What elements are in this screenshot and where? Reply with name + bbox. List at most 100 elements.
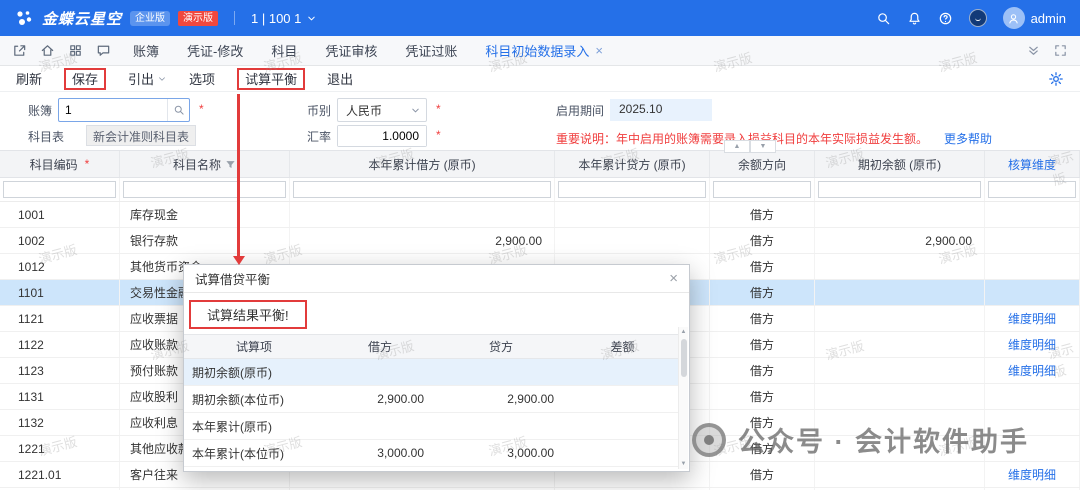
account-switcher[interactable]: 1 | 100 1 xyxy=(251,11,317,26)
collapse-up-icon[interactable]: ▲ xyxy=(724,140,750,153)
dimension-detail-link[interactable]: 维度明细 xyxy=(1008,466,1056,483)
cell-direction[interactable]: 借方 xyxy=(710,228,815,253)
filter-input[interactable] xyxy=(123,181,286,198)
col-header-direction[interactable]: 余额方向 xyxy=(710,151,815,177)
col-header-code[interactable]: 科目编码* xyxy=(0,151,120,177)
rate-input[interactable] xyxy=(338,126,426,146)
cell-opening[interactable] xyxy=(815,306,985,331)
tab-subjects[interactable]: 科目 xyxy=(271,41,297,60)
dimension-detail-link[interactable]: 维度明细 xyxy=(1008,362,1056,379)
cell-ytd-debit[interactable] xyxy=(290,202,555,227)
filter-input[interactable] xyxy=(818,181,981,198)
dimension-detail-link[interactable]: 维度明细 xyxy=(1008,310,1056,327)
cell-code[interactable]: 1131 xyxy=(0,384,120,409)
more-help-link[interactable]: 更多帮助 xyxy=(944,130,992,147)
col-header-ytd-credit[interactable]: 本年累计贷方 (原币) xyxy=(555,151,710,177)
message-icon[interactable] xyxy=(96,43,111,58)
chevrons-collapse-icon[interactable] xyxy=(1026,43,1041,58)
cell-opening[interactable] xyxy=(815,358,985,383)
close-icon[interactable]: × xyxy=(669,271,678,286)
tab-voucher-posting[interactable]: 凭证过账 xyxy=(405,41,457,60)
help-icon[interactable] xyxy=(938,11,953,26)
tab-voucher-review[interactable]: 凭证审核 xyxy=(325,41,377,60)
cell-ytd-credit[interactable] xyxy=(555,202,710,227)
apps-grid-icon[interactable] xyxy=(68,43,83,58)
cell-direction[interactable]: 借方 xyxy=(710,384,815,409)
bell-icon[interactable] xyxy=(907,11,922,26)
exchange-rate-field[interactable] xyxy=(337,125,427,147)
refresh-button[interactable]: 刷新 xyxy=(16,69,42,88)
cell-code[interactable]: 1121 xyxy=(0,306,120,331)
scroll-up-icon[interactable]: ▲ xyxy=(681,327,687,337)
col-header-name[interactable]: 科目名称 xyxy=(120,151,290,177)
cell-opening[interactable] xyxy=(815,254,985,279)
dialog-row[interactable]: 期初余额(原币) xyxy=(184,359,679,386)
assistant-icon[interactable] xyxy=(969,9,987,27)
search-icon[interactable] xyxy=(876,11,891,26)
cell-direction[interactable]: 借方 xyxy=(710,332,815,357)
dialog-row[interactable]: 本年累计(原币) xyxy=(184,413,679,440)
book-input[interactable] xyxy=(59,103,167,117)
cell-code[interactable]: 1221.01 xyxy=(0,462,120,487)
scrollbar-thumb[interactable] xyxy=(681,339,687,377)
lookup-icon[interactable] xyxy=(167,99,189,121)
dialog-titlebar[interactable]: 试算借贷平衡 × xyxy=(184,265,689,293)
cell-code[interactable]: 1132 xyxy=(0,410,120,435)
table-row[interactable]: 1002 银行存款 2,900.00 借方 2,900.00 xyxy=(0,228,1080,254)
cell-opening[interactable] xyxy=(815,436,985,461)
collapse-down-icon[interactable]: ▼ xyxy=(750,140,776,153)
filter-input[interactable] xyxy=(988,181,1076,198)
cell-name[interactable]: 银行存款 xyxy=(120,228,290,253)
col-header-dimension[interactable]: 核算维度 xyxy=(985,151,1080,177)
cell-code[interactable]: 1012 xyxy=(0,254,120,279)
filter-input[interactable] xyxy=(3,181,116,198)
cell-direction[interactable]: 借方 xyxy=(710,202,815,227)
cell-direction[interactable]: 借方 xyxy=(710,410,815,435)
dialog-row[interactable]: 本年累计(本位币) 3,000.00 3,000.00 xyxy=(184,440,679,467)
filter-input[interactable] xyxy=(713,181,811,198)
cell-code[interactable]: 1123 xyxy=(0,358,120,383)
currency-select[interactable]: 人民币 xyxy=(337,98,427,122)
cell-code[interactable]: 1122 xyxy=(0,332,120,357)
cell-opening[interactable] xyxy=(815,462,985,487)
cell-opening[interactable]: 2,900.00 xyxy=(815,228,985,253)
fullscreen-icon[interactable] xyxy=(1053,43,1068,58)
home-icon[interactable] xyxy=(40,43,55,58)
user-menu[interactable]: admin xyxy=(1003,7,1066,29)
cell-direction[interactable]: 借方 xyxy=(710,306,815,331)
cell-direction[interactable]: 借方 xyxy=(710,436,815,461)
cell-code[interactable]: 1001 xyxy=(0,202,120,227)
book-lookup-field[interactable] xyxy=(58,98,190,122)
cell-direction[interactable]: 借方 xyxy=(710,280,815,305)
options-button[interactable]: 选项 xyxy=(189,69,215,88)
trial-balance-button[interactable]: 试算平衡 xyxy=(237,68,305,90)
dialog-scrollbar[interactable]: ▲ ▼ xyxy=(678,327,688,469)
cell-code[interactable]: 1221 xyxy=(0,436,120,461)
cell-direction[interactable]: 借方 xyxy=(710,254,815,279)
tab-close-icon[interactable]: × xyxy=(595,43,603,58)
filter-icon[interactable] xyxy=(225,159,236,170)
cell-opening[interactable] xyxy=(815,410,985,435)
tab-account-books[interactable]: 账簿 xyxy=(133,41,159,60)
cell-opening[interactable] xyxy=(815,332,985,357)
cell-ytd-credit[interactable] xyxy=(555,228,710,253)
col-header-ytd-debit[interactable]: 本年累计借方 (原币) xyxy=(290,151,555,177)
cell-opening[interactable] xyxy=(815,280,985,305)
tab-initial-data-entry[interactable]: 科目初始数据录入 × xyxy=(485,41,603,60)
filter-input[interactable] xyxy=(558,181,706,198)
scroll-down-icon[interactable]: ▼ xyxy=(681,459,687,469)
cell-code[interactable]: 1101 xyxy=(0,280,120,305)
share-icon[interactable] xyxy=(12,43,27,58)
cell-opening[interactable] xyxy=(815,202,985,227)
cell-direction[interactable]: 借方 xyxy=(710,462,815,487)
save-button[interactable]: 保存 xyxy=(64,68,106,90)
filter-input[interactable] xyxy=(293,181,551,198)
cell-name[interactable]: 库存现金 xyxy=(120,202,290,227)
tab-voucher-modify[interactable]: 凭证-修改 xyxy=(187,41,243,60)
col-header-opening[interactable]: 期初余额 (原币) xyxy=(815,151,985,177)
exit-button[interactable]: 退出 xyxy=(327,69,353,88)
cell-direction[interactable]: 借方 xyxy=(710,358,815,383)
export-button[interactable]: 引出 xyxy=(128,69,167,88)
dimension-detail-link[interactable]: 维度明细 xyxy=(1008,336,1056,353)
table-row[interactable]: 1001 库存现金 借方 xyxy=(0,202,1080,228)
